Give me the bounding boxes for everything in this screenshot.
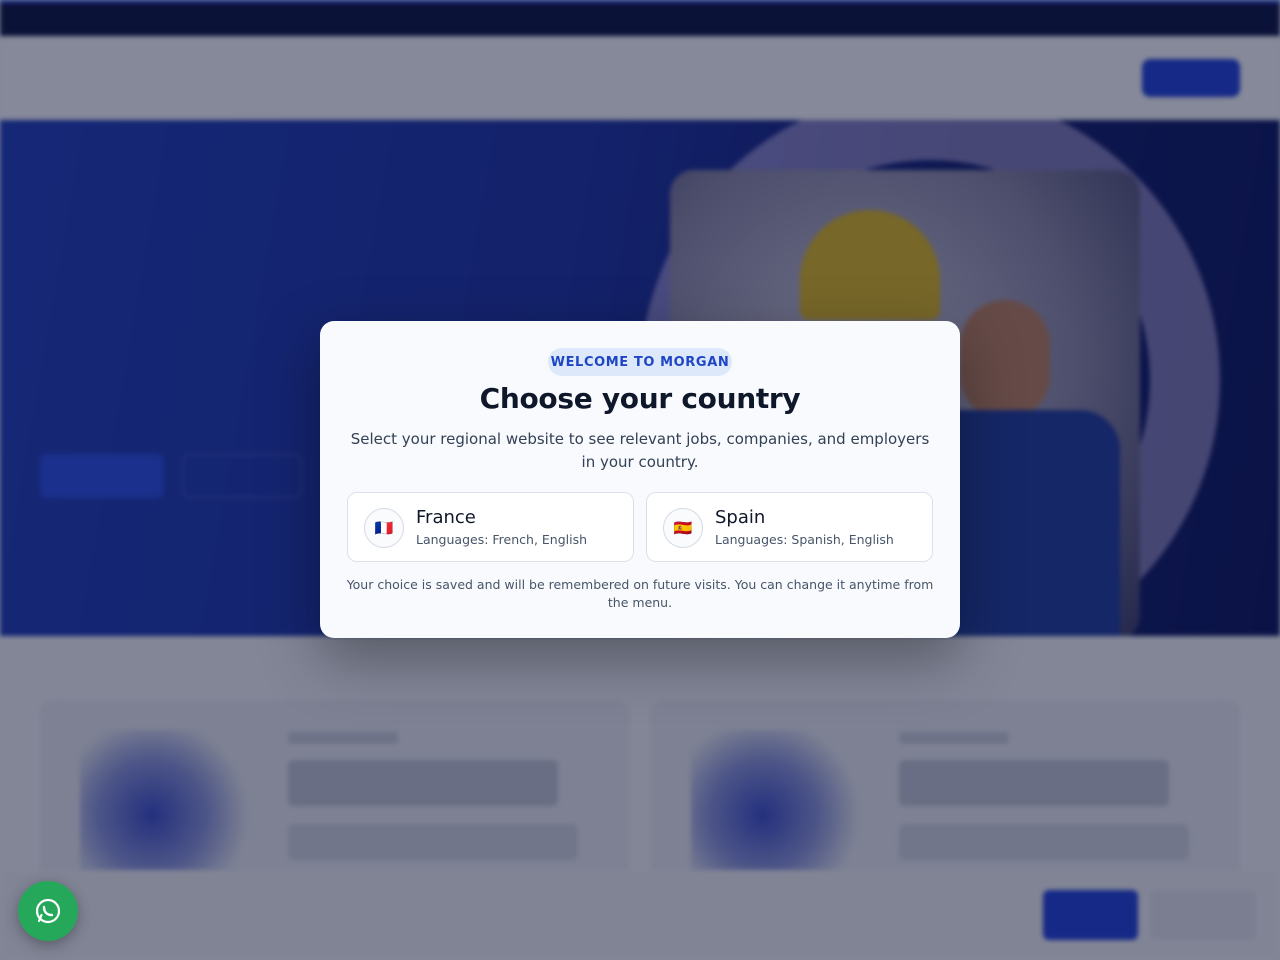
country-name: Spain [715, 507, 766, 528]
whatsapp-chat-button[interactable] [18, 881, 78, 941]
country-name: France [416, 507, 476, 528]
modal-title: Choose your country [479, 382, 801, 415]
welcome-badge: WELCOME TO MORGAN [548, 348, 732, 376]
country-languages: Languages: French, English [416, 532, 588, 547]
france-flag-icon: 🇫🇷 [364, 508, 404, 548]
country-languages: Languages: Spanish, English [715, 532, 894, 547]
whatsapp-icon [35, 898, 61, 924]
modal-description: Select your regional website to see rele… [350, 430, 930, 471]
modal-footnote: Your choice is saved and will be remembe… [346, 577, 934, 610]
spain-flag-icon: 🇪🇸 [663, 508, 703, 548]
country-option-france[interactable]: 🇫🇷 France Languages: French, English [347, 492, 634, 562]
country-option-spain[interactable]: 🇪🇸 Spain Languages: Spanish, English [646, 492, 933, 562]
